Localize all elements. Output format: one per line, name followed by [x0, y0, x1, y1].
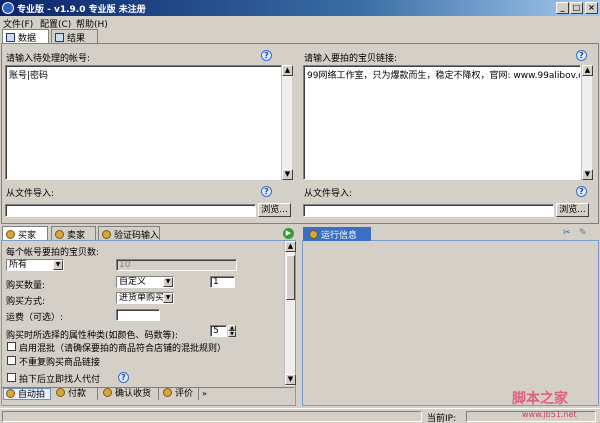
links-browse-button[interactable]: 浏览... — [556, 203, 589, 217]
subtab-pay-label: 付款 — [68, 389, 87, 399]
method-select[interactable]: 进货单购买 ▼ — [116, 292, 174, 304]
tab-data[interactable]: 数据 — [2, 29, 49, 44]
mixed-batch-label: 启用混批（请确保要拍的商品符合店铺的混批规则） — [19, 344, 227, 354]
tab-seller[interactable]: 卖家 — [51, 226, 96, 241]
proxy-pay-help-icon[interactable]: ? — [118, 372, 129, 383]
subtab-auto-label: 自动拍 — [18, 390, 46, 400]
subtab-pay[interactable]: 付款 — [54, 388, 98, 400]
links-scrollbar[interactable]: ▲ ▼ — [581, 65, 593, 180]
links-text: 99网络工作室，只为爆款而生，稳定不降权，官网: www.99alibov.co… — [307, 71, 581, 81]
subtab-review[interactable]: 评价 — [161, 388, 199, 400]
freight-label: 运费（可选）: — [6, 313, 64, 323]
captcha-gear-icon — [102, 230, 111, 239]
watermark-url: www.jb51.net — [522, 410, 577, 419]
links-scroll-down-button[interactable]: ▼ — [582, 169, 593, 180]
status-cell-main — [2, 411, 422, 422]
links-import-help-icon[interactable]: ? — [576, 186, 587, 197]
run-play-icon[interactable]: ▶ — [283, 228, 294, 239]
scroll-up-button[interactable]: ▲ — [282, 65, 293, 76]
run-info-panel — [302, 240, 599, 406]
results-tab-icon — [55, 33, 64, 42]
accounts-scrollbar[interactable]: ▲ ▼ — [281, 65, 293, 180]
method-select-value: 进货单购买 — [119, 293, 165, 303]
accounts-import-path-input[interactable] — [5, 204, 256, 217]
menu-bar: 文件(F) 配置(C) 帮助(H) — [0, 16, 600, 30]
qty-select-value: 自定义 — [119, 277, 147, 287]
tab-buyer[interactable]: 买家 — [2, 226, 48, 241]
links-import-path-input[interactable] — [303, 204, 554, 217]
count-select[interactable]: 所有 ▼ — [6, 259, 64, 271]
count-label: 每个帐号要拍的宝贝数: — [6, 248, 100, 258]
qty-select-arrow-icon: ▼ — [163, 277, 173, 287]
attr-label: 购买时所选择的属性种类(如颜色、码数等): — [6, 331, 179, 341]
pay-gear-icon — [56, 388, 65, 397]
settings-scroll-thumb[interactable] — [286, 255, 295, 300]
watermark-brand: 脚本之家 — [512, 391, 568, 407]
app-shield-icon — [2, 2, 14, 14]
minimize-button[interactable]: _ — [556, 2, 569, 14]
settings-scroll-down-button[interactable]: ▼ — [285, 374, 296, 385]
status-bar: 当前IP: — [0, 408, 600, 423]
accounts-label: 请输入待处理的帐号: — [6, 54, 91, 64]
review-gear-icon — [163, 388, 172, 397]
maximize-button[interactable]: □ — [570, 2, 583, 14]
edit-icon[interactable]: ✎ — [579, 228, 587, 238]
seller-gear-icon — [55, 230, 64, 239]
settings-scroll-up-button[interactable]: ▲ — [285, 241, 296, 252]
accounts-browse-button[interactable]: 浏览... — [258, 203, 291, 217]
links-import-label: 从文件导入: — [304, 189, 353, 199]
count-select-value: 所有 — [9, 260, 28, 270]
settings-scrollbar[interactable]: ▲ ▼ — [284, 241, 296, 386]
attr-spinner[interactable]: ▲ ▼ — [228, 325, 236, 337]
run-info-title: 运行信息 — [321, 231, 358, 241]
auto-gear-icon — [6, 389, 15, 398]
confirm-gear-icon — [103, 388, 112, 397]
spin-down-icon[interactable]: ▼ — [228, 331, 236, 337]
count-input[interactable]: 10 — [116, 259, 237, 271]
freight-input[interactable] — [116, 309, 160, 321]
proxy-pay-label: 拍下后立即找人代付 — [19, 375, 101, 385]
data-tab-icon — [6, 33, 15, 42]
accounts-text: 账号|密码 — [9, 71, 49, 81]
tab-results[interactable]: 结果 — [51, 29, 98, 44]
qty-select[interactable]: 自定义 ▼ — [116, 276, 174, 288]
qty-input[interactable]: 1 — [210, 276, 235, 288]
no-repeat-label: 不重复购买商品链接 — [19, 358, 101, 368]
count-select-arrow-icon: ▼ — [53, 260, 63, 270]
subtab-overflow-icon[interactable]: » — [202, 389, 207, 398]
buyer-gear-icon — [6, 230, 15, 239]
title-bar: 专业版 - v1.9.0 专业版 未注册 _ □ × — [0, 0, 600, 16]
method-label: 购买方式: — [6, 297, 46, 307]
no-repeat-checkbox[interactable] — [7, 356, 16, 365]
mixed-batch-checkbox[interactable] — [7, 342, 16, 351]
close-button[interactable]: × — [585, 2, 598, 14]
run-info-header: 运行信息 — [303, 227, 371, 241]
links-scroll-up-button[interactable]: ▲ — [582, 65, 593, 76]
subtab-review-label: 评价 — [175, 389, 194, 399]
links-textarea[interactable]: 99网络工作室，只为爆款而生，稳定不降权，官网: www.99alibov.co… — [303, 65, 581, 180]
subtab-auto[interactable]: 自动拍 — [3, 388, 51, 400]
method-select-arrow-icon: ▼ — [163, 293, 173, 303]
subtab-confirm[interactable]: 确认收货 — [101, 388, 159, 400]
subtab-confirm-label: 确认收货 — [115, 389, 152, 399]
tab-captcha[interactable]: 验证码输入 — [98, 226, 160, 241]
current-ip-label: 当前IP: — [427, 414, 457, 423]
attr-input[interactable]: 5 — [210, 325, 227, 337]
links-help-icon[interactable]: ? — [576, 50, 587, 61]
clear-icon[interactable]: ✂ — [563, 228, 571, 238]
scroll-down-button[interactable]: ▼ — [282, 169, 293, 180]
proxy-pay-checkbox[interactable] — [7, 373, 16, 382]
accounts-import-help-icon[interactable]: ? — [261, 186, 272, 197]
window-title: 专业版 - v1.9.0 专业版 未注册 — [17, 5, 146, 15]
links-label: 请输入要拍的宝贝链接: — [304, 54, 398, 64]
run-info-gear-icon — [309, 230, 318, 239]
accounts-help-icon[interactable]: ? — [261, 50, 272, 61]
accounts-import-label: 从文件导入: — [6, 189, 55, 199]
accounts-textarea[interactable]: 账号|密码 — [5, 65, 282, 180]
qty-label: 购买数量: — [6, 281, 46, 291]
